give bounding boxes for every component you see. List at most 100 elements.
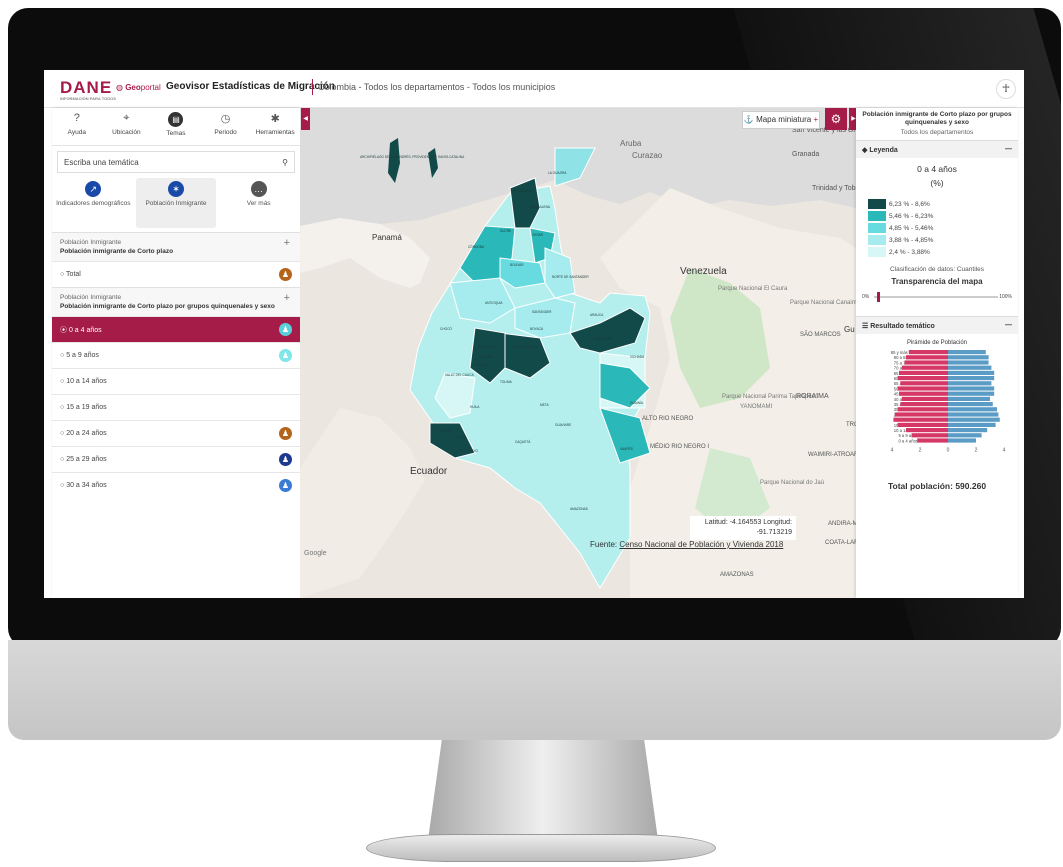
legend-label: 3,88 % - 4,85% (889, 236, 934, 244)
slider-track[interactable] (874, 296, 998, 298)
expand-icon[interactable]: + (284, 237, 290, 249)
toolbar-label: Herramientas (255, 129, 295, 136)
transparency-slider[interactable]: 0% 100% (862, 292, 1012, 302)
map[interactable]: Aruba Curazao Panamá Venezuela Ecuador Granad… (300, 108, 856, 598)
group-header[interactable]: Población Inmigrante Población inmigrant… (52, 232, 300, 261)
list-item-age-group[interactable]: ○ 5 a 9 años ♟ (52, 342, 300, 368)
toolbar-button-help[interactable]: ? Ayuda (52, 108, 102, 145)
panel-toggle-right[interactable]: ▶ (849, 108, 856, 130)
gear-icon[interactable]: ⚙ (825, 108, 847, 130)
toolbar-label: Ayuda (67, 129, 86, 136)
department-label: SANTANDER (532, 310, 552, 314)
search-input[interactable]: Escriba una temática ⚲ (57, 151, 295, 173)
pyramid-bar-male (948, 412, 999, 417)
department-label: CUNDINAMARCA (512, 345, 539, 349)
location-icon: ⌖ (123, 112, 130, 124)
legend-label: 2,4 % - 3,88% (889, 248, 930, 256)
toolbar-button-themes[interactable]: ▤ Temas (151, 108, 201, 145)
category-list: ↗ Indicadores demográficos ✶ Población Inmi… (52, 178, 300, 228)
screen: DANE INFORMACIÓN PARA TODOS ◍ Geoportal G… (44, 70, 1024, 598)
toolbar-button-tools[interactable]: ✱ Herramientas (250, 108, 300, 145)
pyramid-bar-female (897, 407, 948, 412)
place-label: MÉDIO RIO NEGRO I (650, 443, 709, 450)
list-item-age-group[interactable]: ○ 25 a 29 años ♟ (52, 446, 300, 472)
geoportal-logo[interactable]: ◍ Geoportal (116, 83, 161, 92)
toolbar: ? Ayuda ⌖ Ubicación ▤ Temas ◷ Periodo ✱ Herramien… (52, 108, 300, 146)
minimap-button[interactable]: ⚓ Mapa miniatura + (742, 111, 820, 129)
place-label: Aruba (620, 139, 642, 148)
department-label: CHOCÓ (440, 326, 452, 331)
immigrant-population-icon: ✶ (167, 181, 184, 197)
dane-logo[interactable]: DANE INFORMACIÓN PARA TODOS (60, 78, 116, 101)
category-demographic-indicators[interactable]: ↗ Indicadores demográficos (53, 178, 133, 228)
person-icon: ♟ (279, 453, 292, 466)
group-subtitle: Población inmigrante de Corto plazo (60, 248, 174, 255)
toolbar-button-location[interactable]: ⌖ Ubicación (102, 108, 152, 145)
theme-subtitle: Todos los departamentos (900, 129, 974, 136)
pyramid-x-tick: 2 (919, 448, 922, 454)
legend-unit: (%) (930, 178, 944, 188)
category-see-more[interactable]: … Ver más (219, 178, 299, 228)
search-icon[interactable]: ⚲ (282, 158, 288, 167)
breadcrumb: Colombia - Todos los departamentos - Tod… (318, 82, 556, 92)
row-label-wrap: ○ 15 a 19 años (60, 404, 107, 411)
accessibility-icon[interactable]: ☥ (996, 79, 1016, 99)
search-placeholder: Escriba una temática (64, 157, 139, 167)
pyramid-bar-male (948, 376, 995, 381)
department-label: MAGDALENA (530, 205, 551, 209)
group-title: Población Inmigrante (60, 294, 122, 301)
place-label: COATA-LARANJAL (825, 540, 856, 546)
group-subtitle: Población inmigrante de Corto plazo por … (60, 303, 275, 310)
pyramid-x-tick: 0 (947, 448, 950, 454)
row-label-wrap: ○ 25 a 29 años (60, 456, 107, 463)
result-header[interactable]: ☰ Resultado temático — (856, 316, 1018, 334)
toolbar-label: Ubicación (112, 129, 141, 136)
panel-toggle-left[interactable]: ◀ (301, 108, 310, 130)
left-panel: ? Ayuda ⌖ Ubicación ▤ Temas ◷ Periodo ✱ Herramien… (52, 108, 300, 598)
department-label: QUINDIO (475, 363, 489, 367)
radio-checked-icon[interactable]: ⦿ (60, 327, 69, 334)
tools-icon: ✱ (270, 113, 280, 125)
collapse-icon[interactable]: — (1005, 322, 1012, 329)
list-item-total[interactable]: ○ Total ♟ (52, 261, 300, 287)
transparency-title: Transparencia del mapa (891, 277, 983, 286)
expand-icon[interactable]: + (284, 292, 290, 304)
pyramid-bar-male (948, 360, 989, 365)
department-label: CAUCA (455, 435, 467, 439)
coordinates-readout: Latitud: -4.164553 Longitud: -91.713219 (690, 516, 796, 540)
pyramid-bar-female (900, 402, 948, 407)
place-label: Granada (792, 151, 819, 158)
total-population: Total población: 590.260 (887, 481, 987, 491)
pyramid-bar-male (948, 396, 990, 401)
pyramid-bar-male (948, 386, 995, 391)
list-item-age-group[interactable]: ○ 10 a 14 años ♟ (52, 368, 300, 394)
pyramid-bar-female (917, 438, 948, 443)
legend: 6,23 % - 8,6% 5,46 % - 6,23% 4,85 % - 5,46… (868, 198, 1018, 258)
legend-swatch (868, 235, 886, 245)
pyramid-bar-female (901, 365, 948, 370)
ecuador-land (300, 408, 425, 598)
pyramid-bar-female (900, 381, 948, 386)
list-item-age-group[interactable]: ○ 30 a 34 años ♟ (52, 472, 300, 498)
pyramid-bar-female (897, 386, 948, 391)
pyramid-bar-male (948, 402, 993, 407)
pyramid-bar-female (906, 355, 948, 360)
legend-header[interactable]: ◆ Leyenda — (856, 140, 1018, 158)
pyramid-tick-label: 0 a 4 años (898, 438, 918, 443)
category-immigrant-population[interactable]: ✶ Población Inmigrante (135, 178, 216, 228)
list-item-age-group[interactable]: ⦿ 0 a 4 años ♟ (52, 316, 300, 342)
slider-handle[interactable] (876, 292, 880, 302)
group-header[interactable]: Población Inmigrante Población inmigrant… (52, 287, 300, 316)
row-label-wrap: ⦿ 0 a 4 años (60, 325, 102, 335)
population-pyramid: 85 y más años80 a 84 años75 a 79 años70 … (891, 350, 1006, 454)
row-label-wrap: ○ 5 a 9 años (60, 352, 99, 359)
collapse-icon[interactable]: — (1005, 146, 1012, 153)
toolbar-button-period[interactable]: ◷ Periodo (201, 108, 251, 145)
pyramid-bar-male (948, 370, 995, 375)
department-label: PUTUMAYO (460, 449, 478, 453)
source-link[interactable]: Censo Nacional de Población y Vivienda 2… (619, 540, 783, 549)
department-label: TOLIMA (500, 380, 513, 384)
list-item-age-group[interactable]: ○ 15 a 19 años ♟ (52, 394, 300, 420)
region-norte-santander[interactable] (544, 247, 576, 299)
list-item-age-group[interactable]: ○ 20 a 24 años ♟ (52, 420, 300, 446)
